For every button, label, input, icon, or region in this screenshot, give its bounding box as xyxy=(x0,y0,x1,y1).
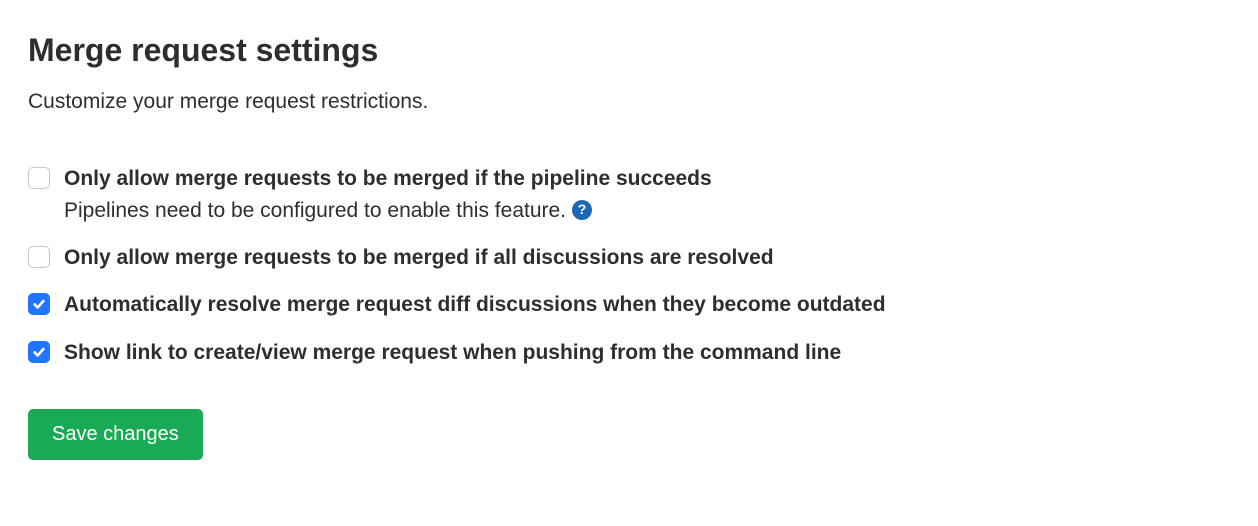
option-label-showlink: Show link to create/view merge request w… xyxy=(64,338,841,367)
checkbox-discussions[interactable] xyxy=(28,246,50,268)
option-desc-pipeline: Pipelines need to be configured to enabl… xyxy=(64,196,566,225)
checkbox-showlink[interactable] xyxy=(28,341,50,363)
option-label-pipeline: Only allow merge requests to be merged i… xyxy=(64,164,712,193)
option-label-discussions: Only allow merge requests to be merged i… xyxy=(64,243,774,272)
option-body-autoresolve: Automatically resolve merge request diff… xyxy=(64,290,886,319)
option-body-pipeline: Only allow merge requests to be merged i… xyxy=(64,164,712,225)
option-body-discussions: Only allow merge requests to be merged i… xyxy=(64,243,774,272)
option-showlink: Show link to create/view merge request w… xyxy=(28,338,1230,367)
settings-subheading: Customize your merge request restriction… xyxy=(28,87,1230,116)
options-list: Only allow merge requests to be merged i… xyxy=(28,164,1230,367)
check-icon xyxy=(32,297,46,311)
option-autoresolve: Automatically resolve merge request diff… xyxy=(28,290,1230,319)
checkbox-pipeline[interactable] xyxy=(28,167,50,189)
option-pipeline: Only allow merge requests to be merged i… xyxy=(28,164,1230,225)
option-discussions: Only allow merge requests to be merged i… xyxy=(28,243,1230,272)
save-changes-button[interactable]: Save changes xyxy=(28,409,203,460)
option-body-showlink: Show link to create/view merge request w… xyxy=(64,338,841,367)
check-icon xyxy=(32,345,46,359)
help-icon[interactable]: ? xyxy=(572,200,592,220)
option-label-autoresolve: Automatically resolve merge request diff… xyxy=(64,290,886,319)
settings-heading: Merge request settings xyxy=(28,28,1230,73)
option-desc-line-pipeline: Pipelines need to be configured to enabl… xyxy=(64,196,712,225)
checkbox-autoresolve[interactable] xyxy=(28,293,50,315)
